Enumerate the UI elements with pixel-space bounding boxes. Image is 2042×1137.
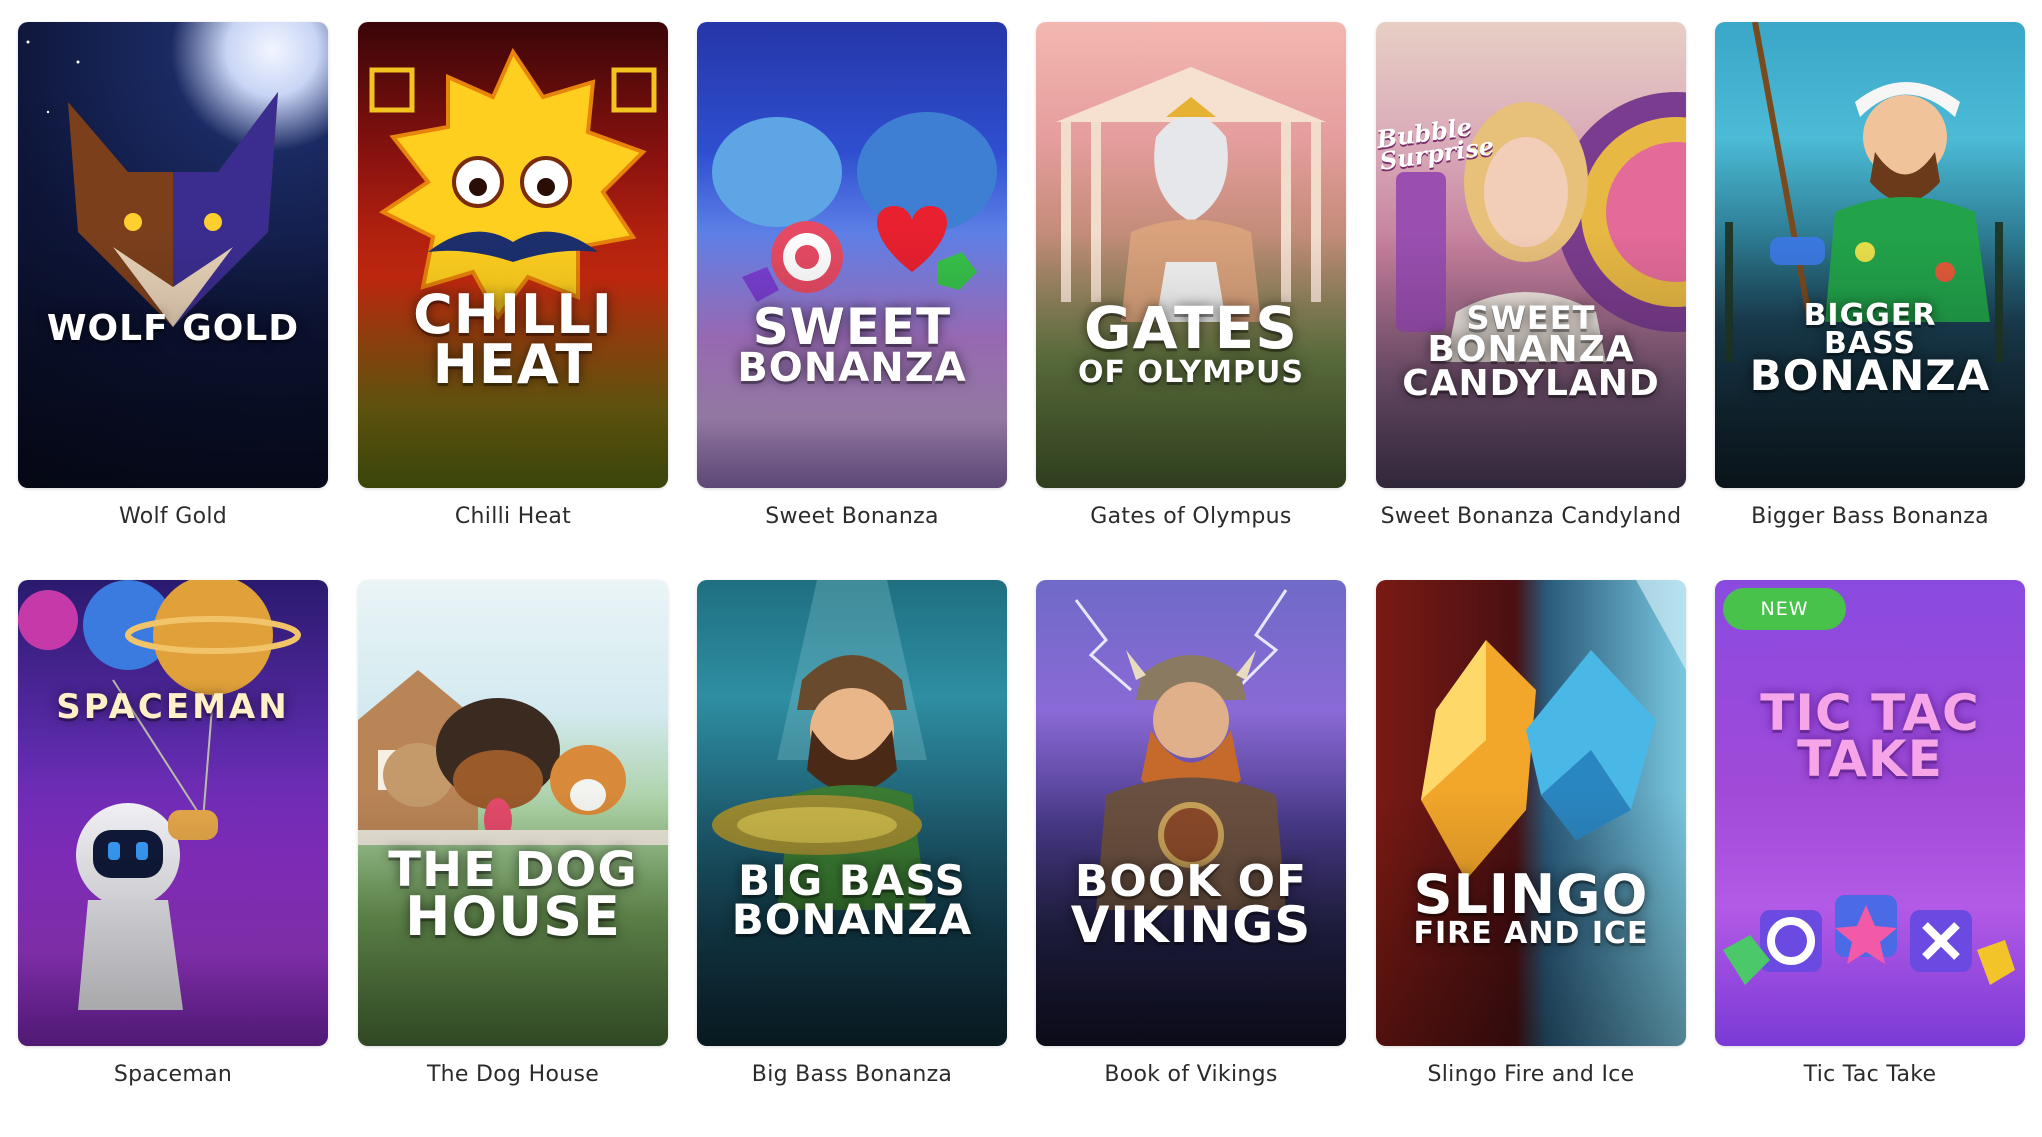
wolf-artwork — [26, 40, 278, 327]
game-thumbnail[interactable]: WOLF GOLD — [18, 22, 328, 488]
game-logo: GATES OF OLYMPUS — [1078, 294, 1304, 391]
game-logo: CHILLI HEAT — [413, 283, 613, 396]
game-thumbnail[interactable]: BOOK OF VIKINGS — [1036, 580, 1346, 1046]
game-title[interactable]: Wolf Gold — [18, 504, 328, 529]
game-tile-big-bass-bonanza[interactable]: BIG BASS BONANZA Big Bass Bonanza — [697, 580, 1007, 1137]
game-tile-chilli-heat[interactable]: CHILLI HEAT Chilli Heat — [358, 22, 668, 579]
game-tile-spaceman[interactable]: SPACEMAN Spaceman — [18, 580, 328, 1137]
game-tile-sweet-bonanza[interactable]: SWEET BONANZA Sweet Bonanza — [697, 22, 1007, 579]
game-title[interactable]: Tic Tac Take — [1715, 1062, 2025, 1087]
game-logo: BIGGER BASS BONANZA — [1749, 298, 1991, 401]
game-title[interactable]: Slingo Fire and Ice — [1376, 1062, 1686, 1087]
game-title[interactable]: Bigger Bass Bonanza — [1715, 504, 2025, 529]
game-title[interactable]: Chilli Heat — [358, 504, 668, 529]
game-tile-gates-of-olympus[interactable]: GATES OF OLYMPUS Gates of Olympus — [1036, 22, 1346, 579]
dogs-artwork — [358, 670, 668, 845]
game-tile-bigger-bass-bonanza[interactable]: BIGGER BASS BONANZA Bigger Bass Bonanza — [1715, 22, 2025, 579]
game-tile-book-of-vikings[interactable]: BOOK OF VIKINGS Book of Vikings — [1036, 580, 1346, 1137]
game-tile-slingo-fire-and-ice[interactable]: SLINGO FIRE AND ICE Slingo Fire and Ice — [1376, 580, 1686, 1137]
game-logo: WOLF GOLD — [46, 308, 300, 349]
game-thumbnail[interactable]: TIC TAC TAKE NEW — [1715, 580, 2025, 1046]
spaceman-artwork — [18, 580, 301, 1010]
game-logo: BIG BASS BONANZA — [731, 856, 973, 944]
game-logo: THE DOG HOUSE — [388, 842, 638, 949]
game-title[interactable]: Gates of Olympus — [1036, 504, 1346, 529]
game-thumbnail[interactable]: THE DOG HOUSE — [358, 580, 668, 1046]
game-thumbnail[interactable]: BIG BASS BONANZA — [697, 580, 1007, 1046]
tic-tac-artwork — [1723, 895, 2015, 985]
zeus-artwork — [1056, 67, 1326, 322]
gems-artwork — [1421, 580, 1686, 880]
game-logo: SLINGO FIRE AND ICE — [1413, 863, 1649, 951]
viking-artwork — [1074, 589, 1288, 910]
game-title[interactable]: Book of Vikings — [1036, 1062, 1346, 1087]
game-thumbnail[interactable]: SPACEMAN — [18, 580, 328, 1046]
game-title[interactable]: The Dog House — [358, 1062, 668, 1087]
game-title[interactable]: Sweet Bonanza Candyland — [1376, 504, 1686, 529]
game-logo: SWEET BONANZA CANDYLAND — [1402, 299, 1660, 404]
new-badge: NEW — [1723, 588, 1846, 630]
game-logo: BOOK OF VIKINGS — [1070, 856, 1312, 955]
game-tile-wolf-gold[interactable]: WOLF GOLD Wolf Gold — [18, 22, 328, 579]
fisherman-artwork — [712, 580, 927, 910]
game-tile-tic-tac-take[interactable]: TIC TAC TAKE NEW Tic Tac Take — [1715, 580, 2025, 1137]
game-thumbnail[interactable]: Bubble Surprise SWEET BONANZA CANDYLAND — [1376, 22, 1686, 488]
sun-artwork — [369, 47, 657, 321]
host-artwork — [1396, 92, 1686, 362]
game-thumbnail[interactable]: BIGGER BASS BONANZA — [1715, 22, 2025, 488]
game-tile-the-dog-house[interactable]: THE DOG HOUSE The Dog House — [358, 580, 668, 1137]
game-logo: SPACEMAN — [56, 687, 290, 727]
game-logo: SWEET BONANZA — [737, 298, 967, 391]
game-thumbnail[interactable]: CHILLI HEAT — [358, 22, 668, 488]
bubble-surprise-logo: Bubble Surprise — [1376, 111, 1496, 176]
candy-artwork — [712, 112, 997, 302]
game-tile-sweet-bonanza-candyland[interactable]: Bubble Surprise SWEET BONANZA CANDYLAND … — [1376, 22, 1686, 579]
fisherman-artwork — [1725, 22, 2003, 362]
game-thumbnail[interactable]: SLINGO FIRE AND ICE — [1376, 580, 1686, 1046]
game-thumbnail[interactable]: GATES OF OLYMPUS — [1036, 22, 1346, 488]
game-thumbnail[interactable]: SWEET BONANZA — [697, 22, 1007, 488]
game-title[interactable]: Sweet Bonanza — [697, 504, 1007, 529]
game-title[interactable]: Spaceman — [18, 1062, 328, 1087]
game-grid: WOLF GOLD Wolf Gold CHILLI HEAT Chilli H — [0, 0, 2042, 1096]
game-logo: TIC TAC TAKE — [1760, 684, 1980, 788]
game-title[interactable]: Big Bass Bonanza — [697, 1062, 1007, 1087]
